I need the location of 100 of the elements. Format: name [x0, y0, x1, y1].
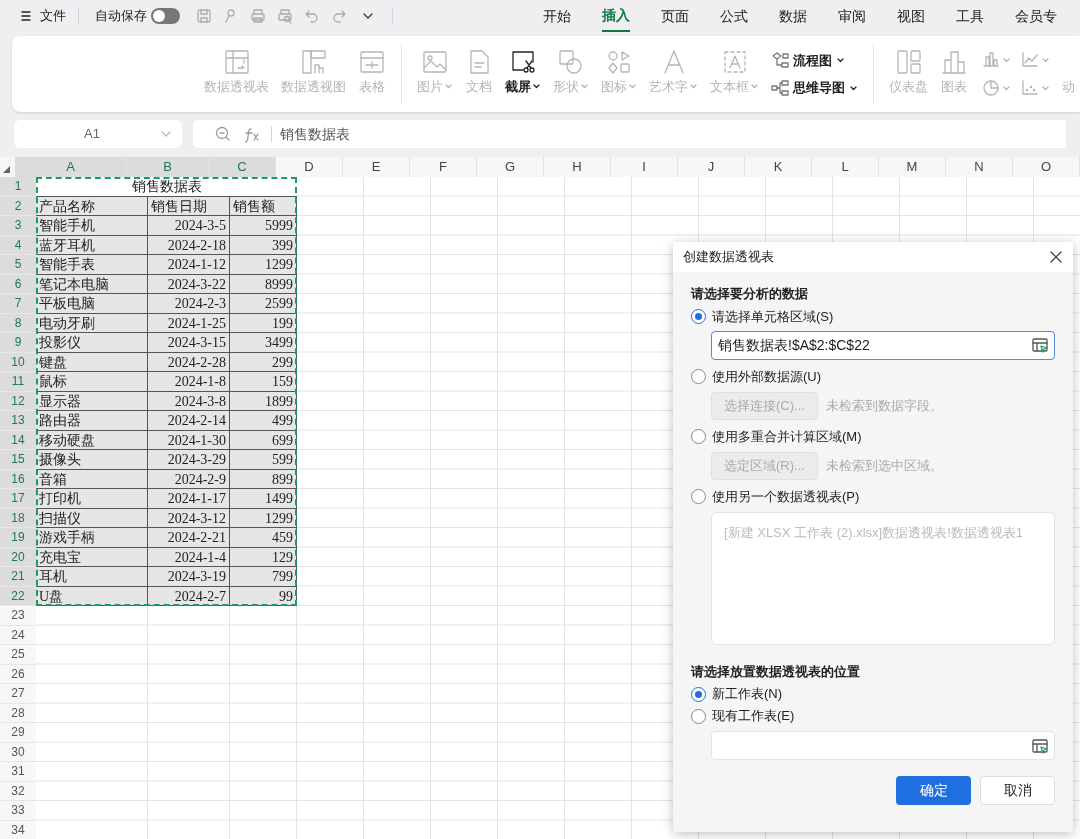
column-header[interactable]: H — [544, 157, 611, 177]
caret-icon — [1002, 56, 1011, 64]
row-header[interactable]: 3 — [0, 216, 36, 236]
bar-chart-icon — [940, 48, 968, 76]
row-header[interactable]: 29 — [0, 723, 36, 743]
chart-type-button[interactable] — [1021, 51, 1050, 69]
column-header[interactable]: G — [477, 157, 544, 177]
ribbon-tab[interactable]: 会员专 — [1015, 0, 1057, 32]
ribbon-tab[interactable]: 页面 — [661, 0, 689, 32]
row-header[interactable]: 31 — [0, 762, 36, 782]
row-header[interactable]: 25 — [0, 645, 36, 665]
dialog-button[interactable]: 取消 — [980, 776, 1055, 805]
status-note: 未检索到选中区域。 — [825, 456, 943, 475]
column-header[interactable]: E — [343, 157, 410, 177]
table-cell: 459 — [230, 528, 297, 548]
autosave-toggle[interactable] — [151, 8, 180, 24]
row-header[interactable]: 15 — [0, 450, 36, 470]
row-header[interactable]: 26 — [0, 664, 36, 684]
column-header[interactable]: A — [15, 157, 127, 177]
row-header[interactable]: 30 — [0, 742, 36, 762]
ribbon-tab[interactable]: 工具 — [956, 0, 984, 32]
caret-icon — [1041, 84, 1050, 92]
column-header[interactable]: O — [1013, 157, 1080, 177]
row-header[interactable]: 6 — [0, 274, 36, 294]
line-chart-icon — [1021, 51, 1039, 69]
table-cell: 耳机 — [36, 567, 148, 587]
ribbon-tab[interactable]: 审阅 — [838, 0, 866, 32]
range-field[interactable]: 销售数据表!$A$2:$C$22 — [711, 330, 1055, 360]
ribbon-tab[interactable]: 插入 — [602, 0, 630, 32]
row-header[interactable]: 4 — [0, 235, 36, 255]
row-header[interactable]: 1 — [0, 177, 36, 197]
print-preview-icon — [277, 8, 293, 24]
row-header[interactable]: 17 — [0, 489, 36, 509]
row-header[interactable]: 13 — [0, 411, 36, 431]
select-all-icon — [3, 166, 10, 173]
row-header[interactable]: 27 — [0, 684, 36, 704]
table-cell: 2024-2-14 — [148, 411, 230, 431]
ribbon-button[interactable]: 思维导图 — [771, 78, 858, 98]
formula-text[interactable]: 销售数据表 — [280, 123, 350, 145]
radio-option[interactable]: 使用多重合并计算区域(M) — [691, 425, 1055, 448]
column-header[interactable]: M — [879, 157, 946, 177]
file-menu[interactable]: 文件 — [40, 6, 66, 26]
table-cell: 1499 — [230, 489, 297, 509]
icon-set-icon — [605, 48, 633, 76]
radio-option[interactable]: 请选择单元格区域(S) — [691, 305, 1055, 328]
row-header[interactable]: 9 — [0, 333, 36, 353]
row-header[interactable]: 14 — [0, 430, 36, 450]
column-header[interactable]: N — [946, 157, 1013, 177]
column-header[interactable]: L — [812, 157, 879, 177]
dialog-button[interactable]: 确定 — [896, 776, 971, 805]
row-header[interactable]: 32 — [0, 781, 36, 801]
row-header[interactable]: 20 — [0, 547, 36, 567]
ribbon-tab[interactable]: 视图 — [897, 0, 925, 32]
chart-type-button[interactable] — [1021, 79, 1050, 97]
ribbon-tab[interactable]: 开始 — [543, 0, 571, 32]
column-header[interactable]: F — [410, 157, 477, 177]
row-header[interactable]: 11 — [0, 372, 36, 392]
menu-icon — [20, 9, 32, 23]
caret-icon — [1041, 56, 1050, 64]
table-cell: 平板电脑 — [36, 294, 148, 314]
column-header[interactable]: B — [127, 157, 209, 177]
radio-option[interactable]: 现有工作表(E) — [691, 705, 1055, 727]
radio-option[interactable]: 使用外部数据源(U) — [691, 365, 1055, 388]
table-cell: 2024-1-4 — [148, 547, 230, 567]
location-field[interactable] — [711, 731, 1055, 760]
row-header[interactable]: 33 — [0, 801, 36, 821]
row-header[interactable]: 12 — [0, 391, 36, 411]
caret-icon — [750, 82, 759, 91]
row-header[interactable]: 2 — [0, 196, 36, 216]
image-icon — [421, 48, 449, 76]
row-header[interactable]: 24 — [0, 625, 36, 645]
row-header[interactable]: 5 — [0, 255, 36, 275]
row-header[interactable]: 8 — [0, 313, 36, 333]
name-box[interactable]: A1 — [14, 120, 182, 148]
row-header[interactable]: 21 — [0, 567, 36, 587]
table-cell: 2024-2-28 — [148, 352, 230, 372]
chart-type-button[interactable] — [982, 51, 1011, 69]
flowchart-icon — [771, 51, 789, 70]
range-picker-icon — [1032, 737, 1048, 754]
radio-option[interactable]: 新工作表(N) — [691, 683, 1055, 705]
ribbon-tab[interactable]: 公式 — [720, 0, 748, 32]
row-header[interactable]: 16 — [0, 469, 36, 489]
ribbon-button[interactable]: 截屏 — [499, 36, 547, 112]
column-header[interactable]: J — [678, 157, 745, 177]
row-header[interactable]: 23 — [0, 606, 36, 626]
ribbon-button[interactable]: 流程图 — [771, 50, 858, 70]
chart-type-button[interactable] — [982, 79, 1011, 97]
column-header[interactable]: K — [745, 157, 812, 177]
row-header[interactable]: 10 — [0, 352, 36, 372]
row-header[interactable]: 19 — [0, 528, 36, 548]
ribbon-tab[interactable]: 数据 — [779, 0, 807, 32]
column-header[interactable]: C — [209, 157, 276, 177]
column-header[interactable]: I — [611, 157, 678, 177]
row-header[interactable]: 18 — [0, 508, 36, 528]
radio-option[interactable]: 使用另一个数据透视表(P) — [691, 485, 1055, 508]
row-header[interactable]: 22 — [0, 586, 36, 606]
row-header[interactable]: 28 — [0, 703, 36, 723]
row-header[interactable]: 7 — [0, 294, 36, 314]
table-cell: 1299 — [230, 255, 297, 275]
table-cell: 159 — [230, 372, 297, 392]
